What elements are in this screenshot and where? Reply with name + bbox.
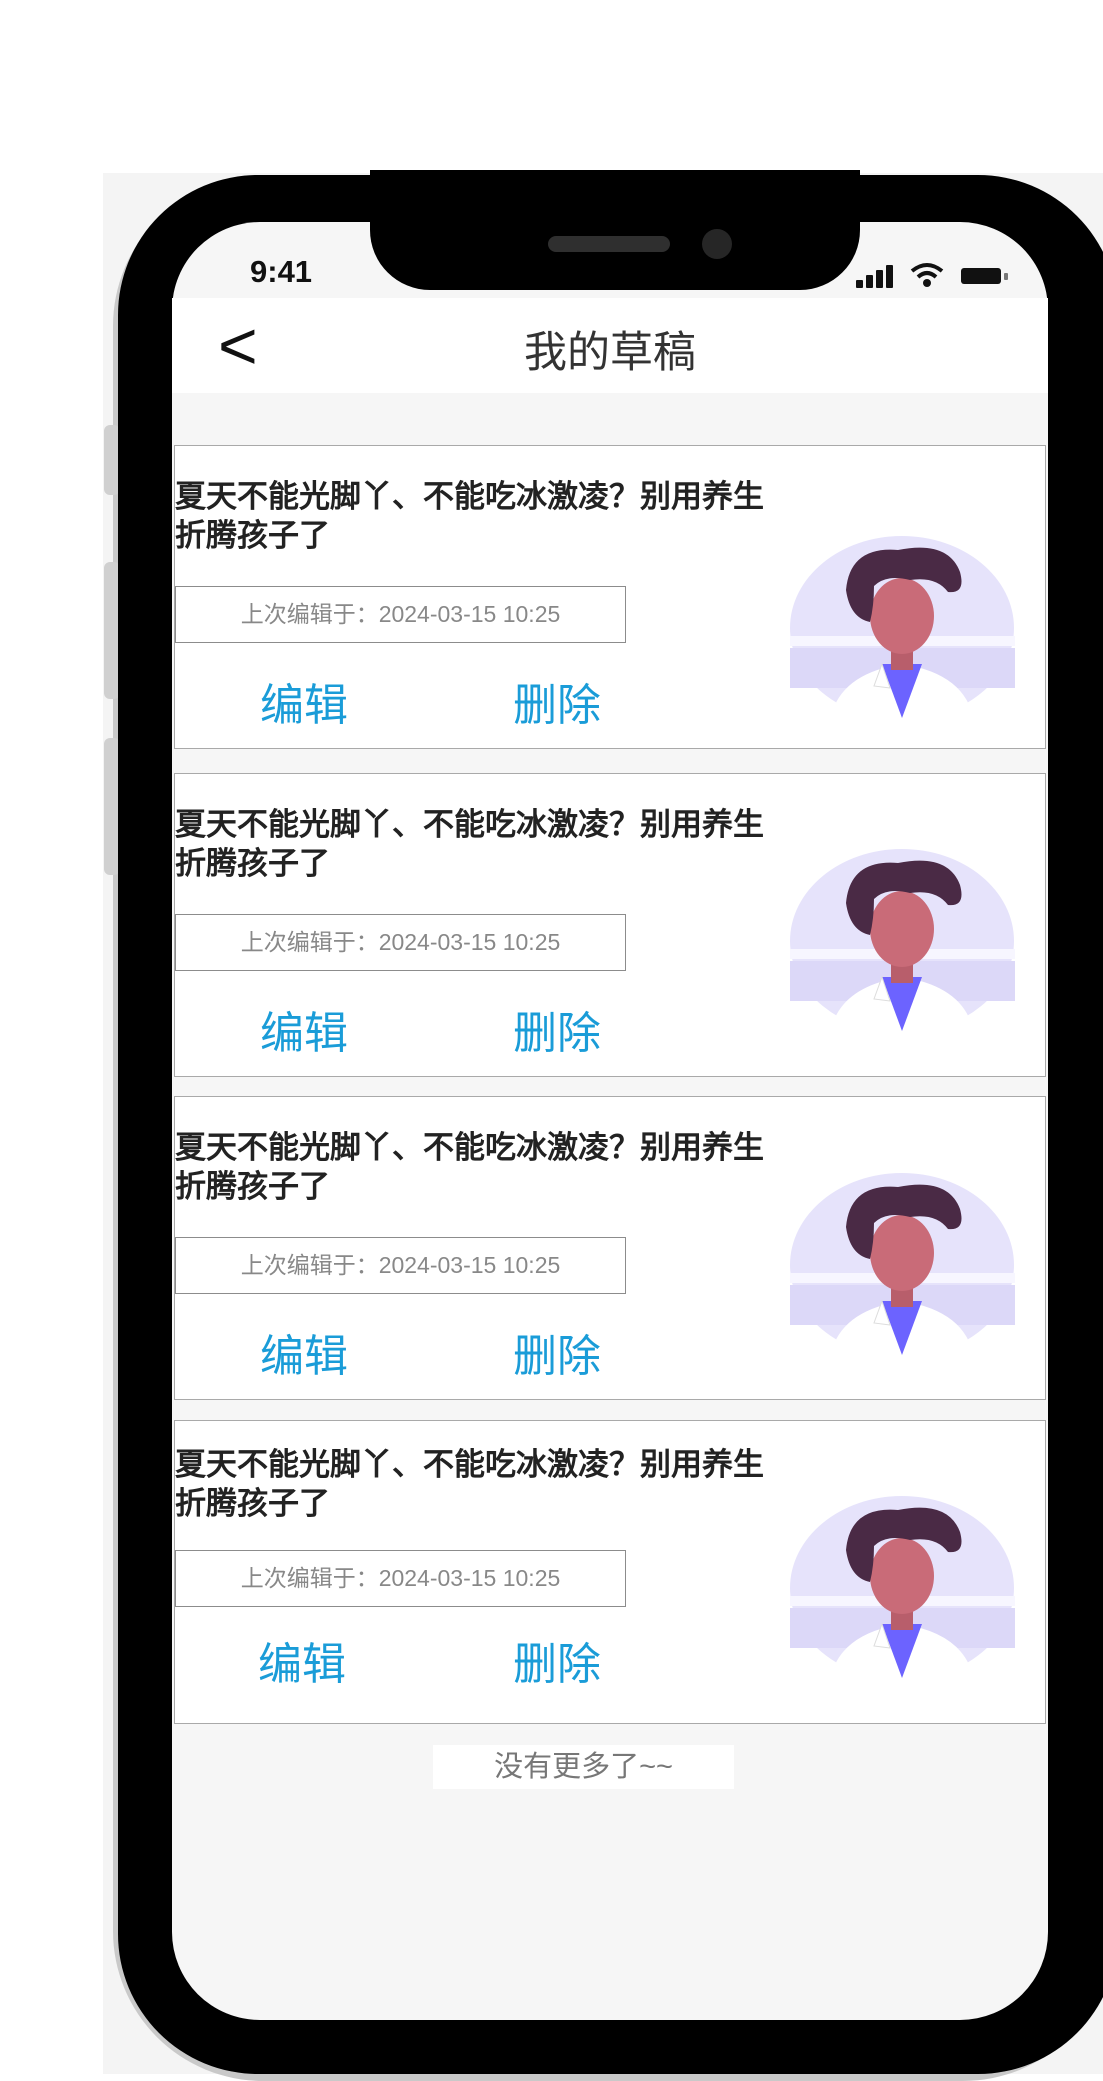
draft-title: 夏天不能光脚丫、不能吃冰激凌？别用养生折腾孩子了 [175,1130,764,1204]
edit-button[interactable]: 编辑 [260,997,348,1061]
page-title: 我的草稿 [524,329,696,377]
draft-title: 夏天不能光脚丫、不能吃冰激凌？别用养生折腾孩子了 [175,479,764,553]
draft-title: 夏天不能光脚丫、不能吃冰激凌？别用养生折腾孩子了 [175,1447,764,1521]
edit-button[interactable]: 编辑 [260,669,348,733]
doctor-avatar-icon [790,849,1015,1034]
last-edited-time: 上次编辑于：2024-03-15 10:25 [175,1550,626,1607]
edit-button[interactable]: 编辑 [260,1320,348,1384]
doctor-avatar-icon [790,536,1015,721]
front-camera [702,229,732,259]
back-arrow-icon[interactable]: < [218,306,258,386]
status-time: 9:41 [250,254,313,289]
draft-title: 夏天不能光脚丫、不能吃冰激凌？别用养生折腾孩子了 [175,807,764,881]
draft-card: 夏天不能光脚丫、不能吃冰激凌？别用养生折腾孩子了 上次编辑于：2024-03-1… [174,445,1046,749]
notch [370,170,860,290]
draft-card: 夏天不能光脚丫、不能吃冰激凌？别用养生折腾孩子了 上次编辑于：2024-03-1… [174,1420,1046,1724]
delete-button[interactable]: 删除 [513,669,601,733]
wifi-icon [910,263,944,287]
draft-card: 夏天不能光脚丫、不能吃冰激凌？别用养生折腾孩子了 上次编辑于：2024-03-1… [174,1096,1046,1400]
status-icons [856,260,1016,290]
speaker-grille [548,236,670,252]
no-more-footer: 没有更多了~~ [433,1745,734,1789]
last-edited-time: 上次编辑于：2024-03-15 10:25 [175,1237,626,1294]
doctor-avatar-icon [790,1173,1015,1358]
battery-icon [961,268,1008,284]
delete-button[interactable]: 删除 [513,997,601,1061]
last-edited-time: 上次编辑于：2024-03-15 10:25 [175,914,626,971]
draft-card: 夏天不能光脚丫、不能吃冰激凌？别用养生折腾孩子了 上次编辑于：2024-03-1… [174,773,1046,1077]
delete-button[interactable]: 删除 [513,1320,601,1384]
last-edited-time: 上次编辑于：2024-03-15 10:25 [175,586,626,643]
doctor-avatar-icon [790,1496,1015,1681]
delete-button[interactable]: 删除 [513,1628,601,1692]
edit-button[interactable]: 编辑 [258,1628,346,1692]
